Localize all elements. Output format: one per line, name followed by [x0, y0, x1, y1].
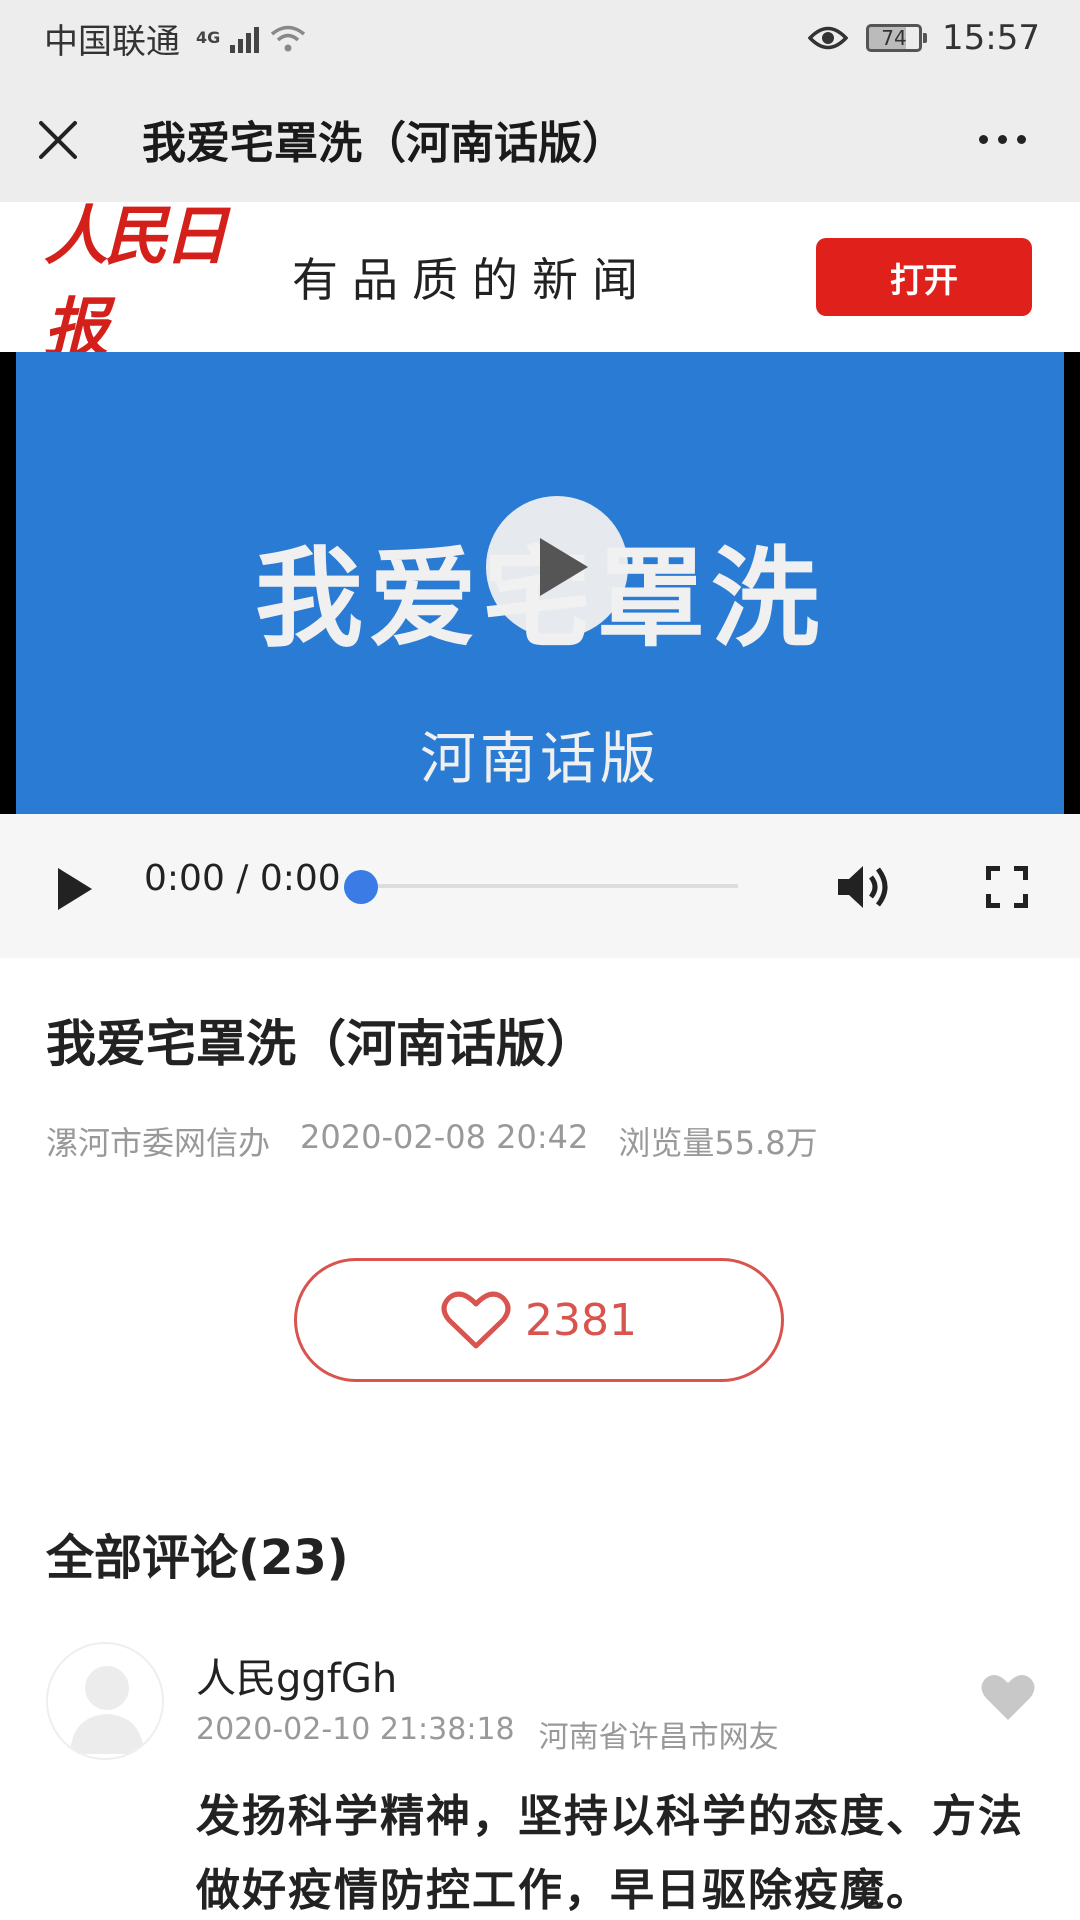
close-icon[interactable] — [34, 114, 84, 164]
video-poster-subtitle: 河南话版 — [420, 727, 660, 792]
video-poster: 我爱宅罩洗 河南话版 — [16, 352, 1064, 814]
status-left: 中国联通 4G — [44, 14, 307, 63]
comments-header: 全部评论(23) — [46, 1530, 349, 1586]
like-count: 2381 — [525, 1294, 637, 1346]
brand-logo: 人民日报 — [44, 199, 228, 366]
status-right: 74 15:57 — [808, 18, 1040, 58]
open-app-button[interactable]: 打开 — [816, 238, 1032, 316]
time-display: 0:00 / 0:00 — [144, 858, 341, 899]
battery-indicator: 74 — [866, 24, 928, 52]
comment-text: 发扬科学精神，坚持以科学的态度、方法做好疫情防控工作，早日驱除疫魔。 — [196, 1791, 1024, 1916]
comment-meta: 2020-02-10 21:38:18 河南省许昌市网友 — [196, 1712, 779, 1756]
volume-icon[interactable] — [836, 862, 894, 912]
carrier-label: 中国联通 — [44, 21, 180, 62]
article-title: 我爱宅罩洗（河南话版） — [46, 1015, 596, 1073]
comment-location: 河南省许昌市网友 — [538, 1720, 779, 1755]
status-bar: 中国联通 4G 74 15:57 — [0, 0, 1080, 76]
play-button[interactable] — [58, 868, 92, 910]
comment-time: 2020-02-10 21:38:18 — [196, 1712, 515, 1747]
comment-username: 人民ggfGh — [196, 1656, 398, 1702]
article-views: 浏览量55.8万 — [618, 1124, 818, 1162]
eye-icon — [808, 26, 849, 50]
article-date: 2020-02-08 20:42 — [300, 1118, 589, 1156]
default-avatar-icon — [70, 1666, 144, 1754]
clock: 15:57 — [942, 18, 1040, 58]
article-meta: 漯河市委网信办 2020-02-08 20:42 浏览量55.8万 — [46, 1118, 818, 1164]
progress-handle[interactable] — [344, 870, 378, 904]
heart-icon — [441, 1291, 511, 1349]
app-banner: 人民日报 有品质的新闻 打开 — [0, 199, 1080, 366]
avatar[interactable] — [46, 1642, 164, 1760]
title-bar: 我爱宅罩洗（河南话版） — [0, 76, 1080, 202]
comment-heart-icon[interactable] — [980, 1672, 1036, 1722]
video-controls: 0:00 / 0:00 — [0, 814, 1080, 958]
fullscreen-icon[interactable] — [986, 866, 1028, 908]
wifi-icon — [271, 25, 306, 52]
brand-slogan: 有品质的新闻 — [292, 253, 652, 307]
network-type: 4G — [196, 28, 221, 47]
video-player[interactable]: 我爱宅罩洗 河南话版 — [0, 352, 1080, 814]
signal-icon — [230, 23, 260, 53]
more-icon[interactable] — [979, 134, 1026, 144]
play-icon[interactable] — [486, 496, 628, 638]
article-source: 漯河市委网信办 — [46, 1124, 271, 1162]
like-button[interactable]: 2381 — [294, 1258, 784, 1382]
page-title: 我爱宅罩洗（河南话版） — [142, 118, 626, 169]
progress-bar[interactable] — [360, 884, 738, 888]
